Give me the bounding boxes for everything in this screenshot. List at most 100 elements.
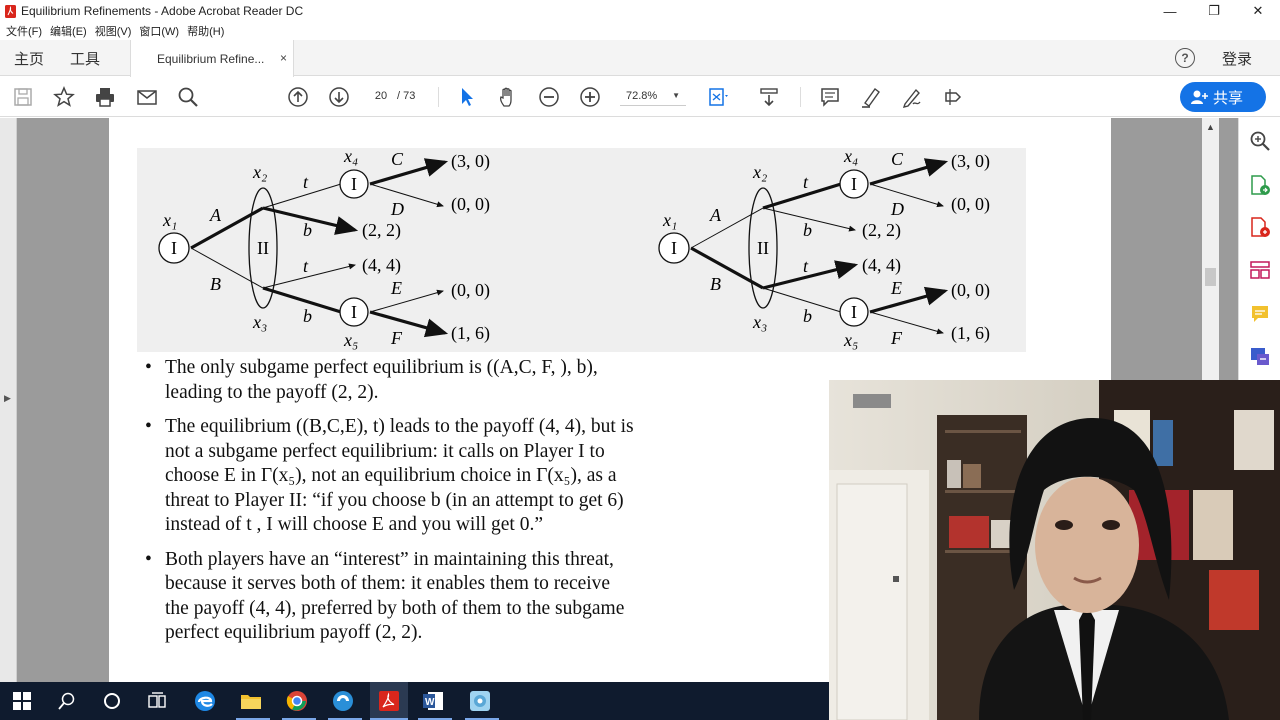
minimize-button[interactable]: —	[1148, 0, 1192, 22]
bullet-line: because it serves both of them: it enabl…	[165, 573, 611, 594]
select-arrow-icon[interactable]	[455, 85, 479, 109]
game-tree-figure: I II I I x₁ x₂ x₃ x₄ x₅ A B t b t b C D	[137, 146, 1026, 352]
action-b: b	[303, 306, 312, 326]
bullet-item: • The equilibrium ((B,C,E), t) leads to …	[145, 415, 745, 538]
player-I-label: I	[851, 302, 857, 322]
fill-sign-icon[interactable]	[941, 85, 965, 109]
chevron-down-icon: ▼	[672, 91, 680, 100]
menu-bar: 文件(F) 编辑(E) 视图(V) 窗口(W) 帮助(H)	[0, 22, 1280, 40]
edge-icon[interactable]	[190, 686, 220, 716]
page-down-icon[interactable]	[327, 85, 351, 109]
page-total: / 73	[397, 90, 416, 102]
action-D: D	[890, 199, 904, 219]
game-tree-diagrams: I II I I x₁ x₂ x₃ x₄ x₅ A B t b t b C D	[158, 146, 990, 350]
fit-page-icon[interactable]	[706, 85, 730, 109]
node-x2: x₂	[752, 162, 767, 182]
tab-home[interactable]: 主页	[14, 40, 44, 76]
payoff: (3, 0)	[451, 151, 490, 172]
left-panel-toggle[interactable]: ▶	[0, 118, 17, 682]
task-view-icon[interactable]	[142, 686, 172, 716]
node-x5: x₅	[343, 330, 358, 350]
search-icon[interactable]	[52, 686, 82, 716]
browser-icon[interactable]	[328, 686, 358, 716]
star-icon[interactable]	[52, 85, 76, 109]
menu-help[interactable]: 帮助(H)	[187, 23, 224, 39]
action-E: E	[890, 278, 902, 298]
bullet-line: not a subgame perfect equilibrium: it ca…	[165, 440, 605, 462]
acrobat-logo-icon	[5, 4, 16, 18]
player-II-label: II	[757, 238, 769, 258]
action-A: A	[709, 205, 722, 225]
action-F: F	[390, 328, 403, 348]
payoff: (2, 2)	[362, 220, 401, 241]
export-pdf-icon[interactable]	[1249, 174, 1271, 196]
action-C: C	[391, 149, 404, 169]
zoom-select[interactable]: 72.8% ▼	[620, 86, 686, 106]
mail-icon[interactable]	[135, 85, 159, 109]
scroll-mode-icon[interactable]	[757, 85, 781, 109]
zoom-out-icon[interactable]	[537, 85, 561, 109]
zoom-in-icon[interactable]	[578, 85, 602, 109]
svg-text:W: W	[425, 697, 435, 708]
bullet-list: • The only subgame perfect equilibrium i…	[145, 356, 745, 656]
create-pdf-icon[interactable]	[1249, 216, 1271, 238]
tab-document[interactable]: Equilibrium Refine... ×	[130, 40, 294, 77]
scroll-up-icon[interactable]: ▲	[1206, 122, 1215, 132]
acrobat-icon[interactable]	[370, 682, 408, 720]
payoff: (0, 0)	[451, 280, 490, 301]
node-x4: x₄	[843, 148, 858, 166]
chevron-right-icon: ▶	[4, 393, 11, 403]
menu-file[interactable]: 文件(F)	[6, 23, 42, 39]
login-button[interactable]: 登录	[1222, 40, 1252, 76]
save-icon[interactable]	[11, 85, 35, 109]
payoff: (4, 4)	[862, 255, 901, 276]
app-icon[interactable]	[465, 686, 495, 716]
action-E: E	[390, 278, 402, 298]
bullet-line: instead of t , I will choose E and you w…	[165, 514, 544, 535]
scrollbar-thumb[interactable]	[1205, 268, 1216, 286]
page-number-input[interactable]: 20	[368, 86, 394, 106]
word-icon[interactable]: W	[418, 686, 448, 716]
action-F: F	[890, 328, 903, 348]
action-A: A	[209, 205, 222, 225]
tab-tools[interactable]: 工具	[70, 40, 100, 76]
tab-bar: 主页 工具 Equilibrium Refine... × ? 登录	[0, 40, 1280, 77]
print-icon[interactable]	[93, 85, 117, 109]
sign-icon[interactable]	[900, 85, 924, 109]
payoff: (4, 4)	[362, 255, 401, 276]
webcam-overlay	[829, 380, 1280, 720]
restore-button[interactable]: ❐	[1192, 0, 1236, 22]
page-up-icon[interactable]	[286, 85, 310, 109]
highlight-icon[interactable]	[859, 85, 883, 109]
toolbar: 20 / 73 72.8% ▼	[0, 77, 1280, 117]
help-icon[interactable]: ?	[1175, 48, 1195, 68]
close-window-button[interactable]: ✕	[1236, 0, 1280, 22]
action-B: B	[710, 274, 721, 294]
cortana-icon[interactable]	[97, 686, 127, 716]
menu-edit[interactable]: 编辑(E)	[50, 23, 87, 39]
comment-icon[interactable]	[818, 85, 842, 109]
close-tab-icon[interactable]: ×	[280, 51, 287, 65]
hand-icon[interactable]	[496, 85, 520, 109]
search-icon[interactable]	[176, 85, 200, 109]
action-t: t	[303, 256, 309, 276]
share-button[interactable]: 共享	[1180, 82, 1266, 112]
bullet-line: threat to Player II: “if you choose b (i…	[165, 489, 624, 511]
bullet-line: The equilibrium ((B,C,E), t) leads to th…	[165, 416, 634, 437]
zoom-icon[interactable]	[1249, 130, 1271, 152]
bullet-line: perfect equilibrium payoff (2, 2).	[165, 622, 423, 643]
more-tools-icon[interactable]	[1249, 345, 1271, 367]
organize-pages-icon[interactable]	[1249, 259, 1271, 281]
bullet-line: The only subgame perfect equilibrium is …	[165, 357, 598, 378]
bullet-item: • The only subgame perfect equilibrium i…	[145, 356, 745, 405]
chrome-icon[interactable]	[282, 686, 312, 716]
file-explorer-icon[interactable]	[236, 686, 266, 716]
menu-view[interactable]: 视图(V)	[95, 23, 132, 39]
bullet-line: leading to the payoff (2, 2).	[165, 381, 379, 403]
player-I-label: I	[351, 302, 357, 322]
comment-tool-icon[interactable]	[1249, 303, 1271, 325]
payoff: (0, 0)	[451, 194, 490, 215]
windows-start-icon[interactable]	[7, 686, 37, 716]
menu-window[interactable]: 窗口(W)	[139, 23, 179, 39]
player-I-label: I	[351, 174, 357, 194]
